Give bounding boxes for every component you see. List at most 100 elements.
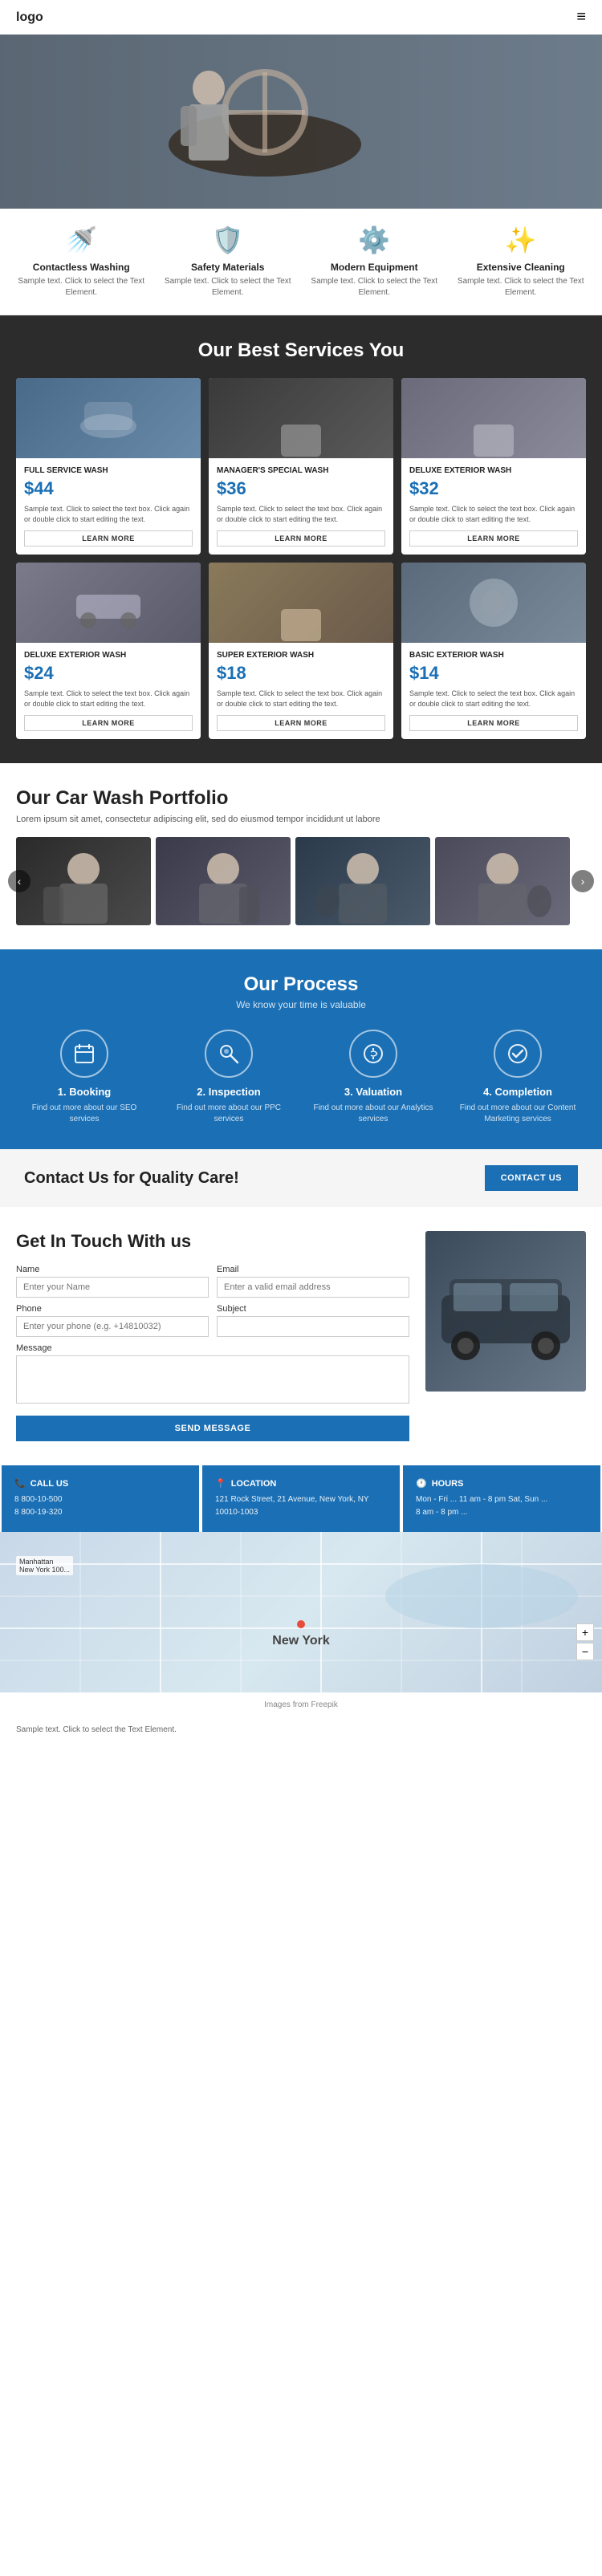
service-name-5: Super Exterior Wash — [217, 651, 385, 660]
process-step-booking-title: 1. Booking — [20, 1086, 148, 1098]
message-label: Message — [16, 1343, 409, 1353]
subject-input[interactable] — [217, 1316, 409, 1337]
learn-more-btn-1[interactable]: LEARN MORE — [24, 530, 193, 546]
name-label: Name — [16, 1265, 209, 1274]
best-services-section: Our Best Services You Full Service Wash … — [0, 315, 602, 763]
service-name-4: Deluxe Exterior Wash — [24, 651, 193, 660]
portfolio-next-btn[interactable]: › — [571, 870, 594, 892]
service-body-3: Deluxe Exterior Wash $32 Sample text. Cl… — [401, 458, 586, 555]
process-subtitle: We know your time is valuable — [16, 999, 586, 1010]
learn-more-btn-4[interactable]: LEARN MORE — [24, 715, 193, 731]
feature-cleaning-desc: Sample text. Click to select the Text El… — [457, 276, 585, 299]
map-city-label: New York — [272, 1634, 330, 1648]
service-price-3: $32 — [409, 478, 578, 499]
info-box-hours-line2: 8 am - 8 pm ... — [416, 1506, 588, 1519]
info-box-hours-line1: Mon - Fri ... 11 am - 8 pm Sat, Sun ... — [416, 1493, 588, 1506]
email-input[interactable] — [217, 1277, 409, 1298]
phone-input[interactable] — [16, 1316, 209, 1337]
map-roads-svg: New York — [0, 1532, 602, 1692]
name-input[interactable] — [16, 1277, 209, 1298]
learn-more-btn-2[interactable]: LEARN MORE — [217, 530, 385, 546]
hero-image — [144, 16, 385, 193]
map-location-label-1: ManhattanNew York 100... — [16, 1556, 73, 1575]
menu-icon[interactable]: ≡ — [576, 8, 586, 26]
service-desc-5: Sample text. Click to select the text bo… — [217, 689, 385, 709]
hours-icon: 🕐 — [416, 1478, 427, 1489]
feature-equipment-desc: Sample text. Click to select the Text El… — [310, 276, 438, 299]
portfolio-img-3-svg — [295, 837, 430, 925]
form-row-phone-subject: Phone Subject — [16, 1304, 409, 1337]
email-label: Email — [217, 1265, 409, 1274]
service-body-4: Deluxe Exterior Wash $24 Sample text. Cl… — [16, 643, 201, 739]
service-desc-4: Sample text. Click to select the text bo… — [24, 689, 193, 709]
form-group-subject: Subject — [217, 1304, 409, 1337]
process-step-completion-title: 4. Completion — [454, 1086, 582, 1098]
service-price-4: $24 — [24, 663, 193, 684]
send-message-button[interactable]: SEND MESSAGE — [16, 1416, 409, 1441]
process-steps: 1. Booking Find out more about our SEO s… — [16, 1030, 586, 1125]
contact-form-title: Get In Touch With us — [16, 1231, 409, 1252]
feature-safety-title: Safety Materials — [164, 262, 292, 273]
service-body-1: Full Service Wash $44 Sample text. Click… — [16, 458, 201, 555]
service-price-1: $44 — [24, 478, 193, 499]
service-img-3 — [401, 378, 586, 458]
contactless-icon: 🚿 — [17, 225, 145, 255]
form-row-name-email: Name Email — [16, 1265, 409, 1298]
cleaning-icon: ✨ — [457, 225, 585, 255]
service-body-6: Basic Exterior Wash $14 Sample text. Cli… — [401, 643, 586, 739]
contact-section: Get In Touch With us Name Email Phone Su… — [0, 1207, 602, 1465]
contact-us-button[interactable]: CONTACT US — [485, 1165, 578, 1191]
logo: logo — [16, 10, 43, 25]
service-img-6-svg — [454, 563, 534, 643]
service-desc-1: Sample text. Click to select the text bo… — [24, 504, 193, 524]
bottom-text: Sample text. Click to select the Text El… — [0, 1717, 602, 1742]
location-icon: 📍 — [215, 1478, 226, 1489]
footer-note-text: Images from Freepik — [264, 1700, 338, 1709]
learn-more-btn-6[interactable]: LEARN MORE — [409, 715, 578, 731]
service-img-1-svg — [68, 378, 148, 458]
info-box-hours: 🕐 HOURS Mon - Fri ... 11 am - 8 pm Sat, … — [403, 1465, 600, 1532]
info-box-call: 📞 CALL US 8 800-10-500 8 800-19-320 — [2, 1465, 199, 1532]
process-step-inspection-title: 2. Inspection — [165, 1086, 293, 1098]
portfolio-img-4-svg — [435, 837, 570, 925]
process-step-completion-desc: Find out more about our Content Marketin… — [454, 1103, 582, 1125]
message-textarea[interactable] — [16, 1355, 409, 1404]
process-step-valuation: 3. Valuation Find out more about our Ana… — [309, 1030, 437, 1125]
form-group-message: Message — [16, 1343, 409, 1408]
map-zoom-out-btn[interactable]: − — [576, 1643, 594, 1660]
call-icon: 📞 — [14, 1478, 26, 1489]
learn-more-btn-3[interactable]: LEARN MORE — [409, 530, 578, 546]
process-step-valuation-title: 3. Valuation — [309, 1086, 437, 1098]
service-img-2 — [209, 378, 393, 458]
service-card-6: Basic Exterior Wash $14 Sample text. Cli… — [401, 563, 586, 739]
best-services-title: Our Best Services You — [16, 339, 586, 362]
contact-banner-title: Contact Us for Quality Care! — [24, 1169, 239, 1188]
info-box-call-line2: 8 800-19-320 — [14, 1506, 186, 1519]
learn-more-btn-5[interactable]: LEARN MORE — [217, 715, 385, 731]
footer-note: Images from Freepik — [0, 1692, 602, 1717]
service-price-2: $36 — [217, 478, 385, 499]
map-background: New York ManhattanNew York 100... + − — [0, 1532, 602, 1692]
bottom-sample-text: Sample text. Click to select the Text El… — [16, 1725, 177, 1734]
feature-cleaning: ✨ Extensive Cleaning Sample text. Click … — [457, 225, 585, 299]
inspection-icon — [205, 1030, 253, 1078]
service-img-5-svg — [261, 563, 341, 643]
service-img-5 — [209, 563, 393, 643]
safety-icon: 🛡️ — [164, 225, 292, 255]
feature-equipment-title: Modern Equipment — [310, 262, 438, 273]
info-boxes: 📞 CALL US 8 800-10-500 8 800-19-320 📍 LO… — [0, 1465, 602, 1532]
phone-label: Phone — [16, 1304, 209, 1314]
map-section: New York ManhattanNew York 100... + − — [0, 1532, 602, 1692]
service-img-6 — [401, 563, 586, 643]
info-box-call-line1: 8 800-10-500 — [14, 1493, 186, 1506]
contact-image — [425, 1231, 586, 1392]
service-name-6: Basic Exterior Wash — [409, 651, 578, 660]
process-step-inspection-desc: Find out more about our PPC services — [165, 1103, 293, 1125]
portfolio-img-2-svg — [156, 837, 291, 925]
completion-icon — [494, 1030, 542, 1078]
service-name-3: Deluxe Exterior Wash — [409, 466, 578, 475]
service-name-1: Full Service Wash — [24, 466, 193, 475]
service-img-4 — [16, 563, 201, 643]
booking-icon — [60, 1030, 108, 1078]
map-zoom-in-btn[interactable]: + — [576, 1623, 594, 1641]
